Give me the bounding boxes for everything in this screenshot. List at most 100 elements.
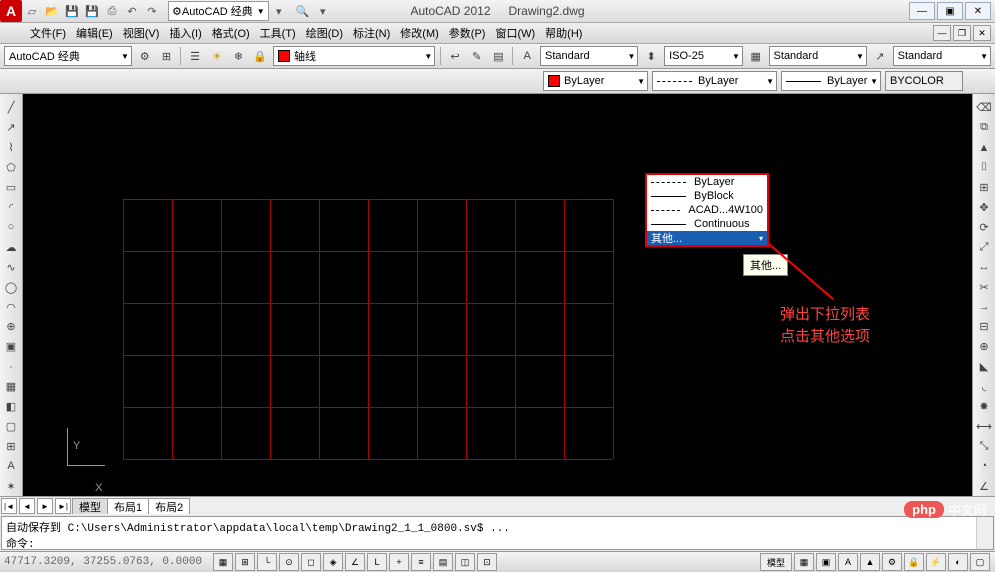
- otrack-toggle[interactable]: ∠: [345, 553, 365, 571]
- dim-linear-icon[interactable]: ⟷: [975, 418, 993, 436]
- lineweight-combo[interactable]: ByLayer▼: [781, 71, 881, 91]
- close-button[interactable]: ✕: [965, 2, 991, 20]
- move-icon[interactable]: ✥: [975, 199, 993, 217]
- layer-props-icon[interactable]: ☰: [185, 46, 205, 66]
- menu-dimension[interactable]: 标注(N): [353, 25, 390, 41]
- lwt-toggle[interactable]: ≡: [411, 553, 431, 571]
- grid-toggle[interactable]: ⊞: [235, 553, 255, 571]
- linetype-option-other[interactable]: 其他...▾: [647, 231, 767, 245]
- xline-icon[interactable]: ↗: [2, 119, 20, 137]
- polyline-icon[interactable]: ⌇: [2, 139, 20, 157]
- menu-file[interactable]: 文件(F): [30, 25, 66, 41]
- offset-icon[interactable]: ⌷: [975, 159, 993, 177]
- tablestyle-icon[interactable]: ▦: [746, 46, 766, 66]
- command-line[interactable]: 自动保存到 C:\Users\Administrator\appdata\loc…: [1, 516, 994, 550]
- workspace-quick-combo[interactable]: ⚙AutoCAD 经典▼: [168, 1, 269, 21]
- maximize-button[interactable]: ▣: [937, 2, 963, 20]
- mleaderstyle-combo[interactable]: Standard▼: [893, 46, 991, 66]
- dim-aligned-icon[interactable]: ⤡: [975, 437, 993, 455]
- save-icon[interactable]: 💾: [64, 3, 80, 19]
- annovisibility-icon[interactable]: ▲: [860, 553, 880, 571]
- rectangle-icon[interactable]: ▭: [2, 179, 20, 197]
- linetype-option-bylayer[interactable]: ByLayer: [647, 175, 767, 189]
- linetype-option-byblock[interactable]: ByBlock: [647, 189, 767, 203]
- circle-icon[interactable]: ○: [2, 218, 20, 236]
- chamfer-icon[interactable]: ◣: [975, 358, 993, 376]
- saveas-icon[interactable]: 💾: [84, 3, 100, 19]
- table-icon[interactable]: ⊞: [2, 437, 20, 455]
- layer-iso-icon[interactable]: ▤: [489, 46, 509, 66]
- search-icon[interactable]: 🔍: [295, 3, 311, 19]
- explode-icon[interactable]: ✸: [975, 398, 993, 416]
- workspace-settings-icon[interactable]: ⚙: [135, 46, 155, 66]
- mtext-icon[interactable]: A: [2, 457, 20, 475]
- ortho-toggle[interactable]: └: [257, 553, 277, 571]
- sc-toggle[interactable]: ⊡: [477, 553, 497, 571]
- print-icon[interactable]: ⎙: [104, 3, 120, 19]
- ellipse-icon[interactable]: ◯: [2, 278, 20, 296]
- array-icon[interactable]: ⊞: [975, 179, 993, 197]
- quickview-layouts-icon[interactable]: ▦: [794, 553, 814, 571]
- block-icon[interactable]: ▣: [2, 338, 20, 356]
- isolate-icon[interactable]: ◐: [948, 553, 968, 571]
- dyn-toggle[interactable]: +: [389, 553, 409, 571]
- menu-draw[interactable]: 绘图(D): [306, 25, 343, 41]
- new-icon[interactable]: ▱: [24, 3, 40, 19]
- tablestyle-combo[interactable]: Standard▼: [769, 46, 867, 66]
- trim-icon[interactable]: ✂: [975, 278, 993, 296]
- polar-toggle[interactable]: ⊙: [279, 553, 299, 571]
- menu-insert[interactable]: 插入(I): [169, 25, 201, 41]
- arc-icon[interactable]: ◜: [2, 199, 20, 217]
- workspace-combo[interactable]: AutoCAD 经典▼: [4, 46, 132, 66]
- line-icon[interactable]: ╱: [2, 99, 20, 117]
- tab-nav-prev[interactable]: ◄: [19, 498, 35, 514]
- qat-more-icon[interactable]: ▾: [271, 3, 287, 19]
- tab-nav-next[interactable]: ►: [37, 498, 53, 514]
- workspace-switch-icon[interactable]: ⚙: [882, 553, 902, 571]
- break-icon[interactable]: ⊟: [975, 318, 993, 336]
- color-combo[interactable]: ByLayer▼: [543, 71, 648, 91]
- qp-toggle[interactable]: ◫: [455, 553, 475, 571]
- hatch-icon[interactable]: ▦: [2, 378, 20, 396]
- erase-icon[interactable]: ⌫: [975, 99, 993, 117]
- insert-icon[interactable]: ⊕: [2, 318, 20, 336]
- revcloud-icon[interactable]: ☁: [2, 238, 20, 256]
- open-icon[interactable]: 📂: [44, 3, 60, 19]
- spline-icon[interactable]: ∿: [2, 258, 20, 276]
- qat-dropdown-icon[interactable]: ▾: [315, 3, 331, 19]
- layer-freeze-icon[interactable]: ❄: [229, 46, 249, 66]
- osnap-toggle[interactable]: ◻: [301, 553, 321, 571]
- extend-icon[interactable]: →: [975, 298, 993, 316]
- layer-lock-icon[interactable]: 🔒: [250, 46, 270, 66]
- menu-view[interactable]: 视图(V): [123, 25, 160, 41]
- linetype-combo[interactable]: ByLayer▼: [652, 71, 777, 91]
- menu-edit[interactable]: 编辑(E): [76, 25, 113, 41]
- dimstyle-combo[interactable]: ISO-25▼: [664, 46, 743, 66]
- menu-parametric[interactable]: 参数(P): [449, 25, 486, 41]
- app-menu-button[interactable]: A: [0, 0, 22, 22]
- dim-radius-icon[interactable]: ◔: [975, 457, 993, 475]
- tab-layout1[interactable]: 布局1: [107, 498, 149, 514]
- command-scrollbar[interactable]: [976, 517, 993, 549]
- layer-previous-icon[interactable]: ↩: [445, 46, 465, 66]
- mdi-minimize-button[interactable]: —: [933, 25, 951, 41]
- hardware-accel-icon[interactable]: ⚡: [926, 553, 946, 571]
- annoscale-icon[interactable]: A: [838, 553, 858, 571]
- ducs-toggle[interactable]: L: [367, 553, 387, 571]
- quickview-drawings-icon[interactable]: ▣: [816, 553, 836, 571]
- dim-angular-icon[interactable]: ∠: [975, 477, 993, 495]
- ellipsearc-icon[interactable]: ◠: [2, 298, 20, 316]
- linetype-option-continuous[interactable]: Continuous: [647, 217, 767, 231]
- menu-modify[interactable]: 修改(M): [400, 25, 439, 41]
- tab-nav-last[interactable]: ►|: [55, 498, 71, 514]
- join-icon[interactable]: ⊕: [975, 338, 993, 356]
- undo-icon[interactable]: ↶: [124, 3, 140, 19]
- drawing-canvas[interactable]: YX ByLayer ByBlock ACAD...4W100 Continuo…: [23, 94, 972, 496]
- menu-tools[interactable]: 工具(T): [260, 25, 296, 41]
- cleanscreen-icon[interactable]: ▢: [970, 553, 990, 571]
- textstyle-combo[interactable]: Standard▼: [540, 46, 638, 66]
- addselected-icon[interactable]: ✶: [2, 477, 20, 495]
- rotate-icon[interactable]: ⟳: [975, 218, 993, 236]
- textstyle-icon[interactable]: A: [517, 46, 537, 66]
- modelspace-button[interactable]: 模型: [760, 553, 792, 571]
